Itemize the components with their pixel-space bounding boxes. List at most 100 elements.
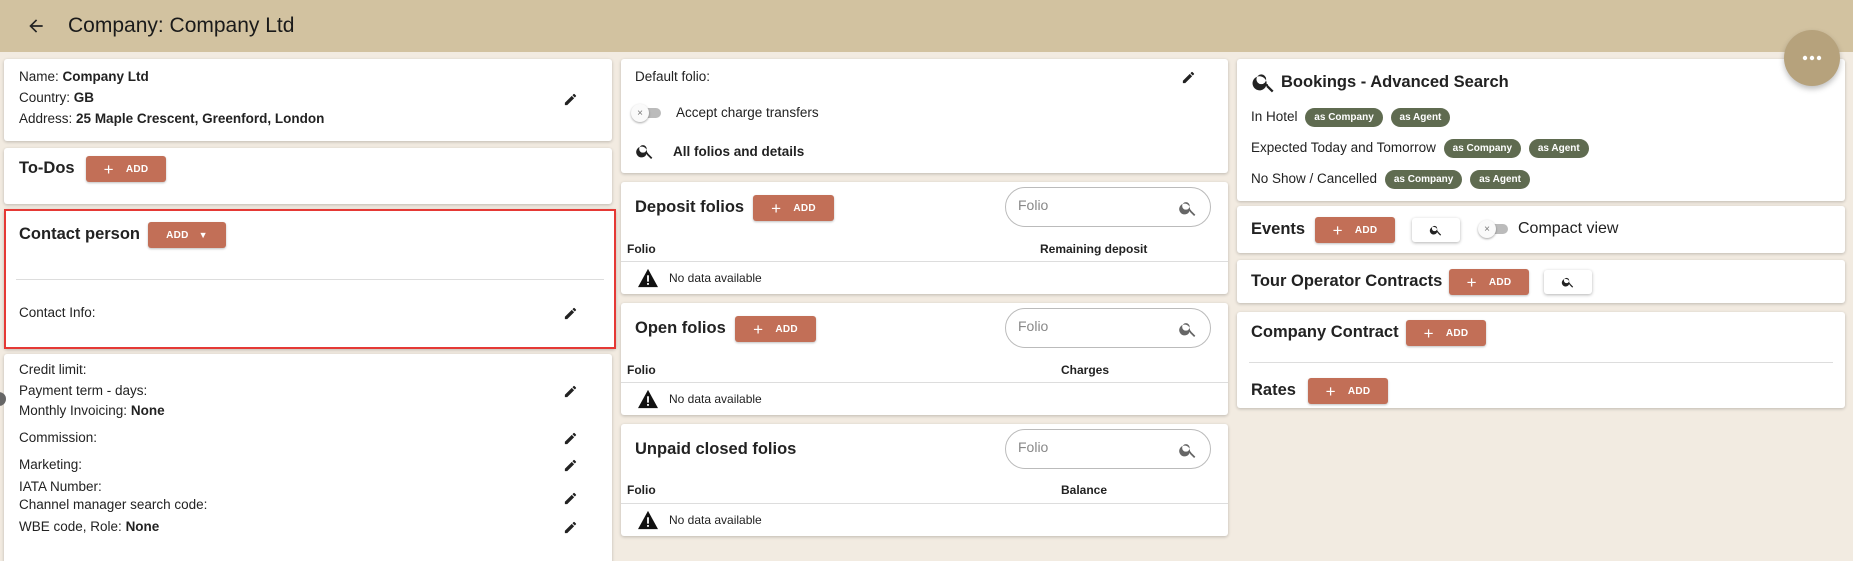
add-todo-button[interactable]: + ADD: [86, 156, 166, 182]
contact-person-card: Contact person ADD ▼ Contact Info:: [4, 209, 616, 349]
booking-row-label: Expected Today and Tomorrow: [1251, 140, 1436, 156]
company-name-label: Name:: [19, 69, 59, 84]
divider: [621, 382, 1228, 383]
edit-payment-button[interactable]: [560, 381, 580, 401]
plus-icon: +: [1325, 381, 1336, 401]
channel-manager-code: Channel manager search code:: [19, 497, 208, 512]
edit-default-folio-button[interactable]: [1178, 67, 1198, 87]
booking-row-label: No Show / Cancelled: [1251, 171, 1378, 187]
edit-wbe-button[interactable]: [560, 517, 580, 537]
pencil-icon: [1182, 71, 1194, 83]
compact-view-label: Compact view: [1518, 220, 1619, 237]
edit-marketing-button[interactable]: [560, 455, 580, 475]
add-contact-label: ADD: [166, 229, 189, 241]
unpaid-closed-folios-card: Unpaid closed folios Folio Balance No da…: [621, 424, 1228, 536]
search-icon: [1429, 225, 1442, 236]
more-actions-button[interactable]: [1784, 30, 1840, 86]
folio-settings-card: Default folio: × Accept charge transfers…: [621, 59, 1228, 173]
column-header-remaining-deposit: Remaining deposit: [1040, 242, 1148, 256]
as-agent-chip[interactable]: as Agent: [1528, 139, 1589, 158]
deposit-folios-card: Deposit folios + ADD Folio Remaining depo…: [621, 182, 1228, 294]
wbe-label: WBE code, Role:: [19, 519, 122, 534]
column-header-folio: Folio: [627, 242, 656, 256]
more-horizontal-icon: [1802, 55, 1822, 61]
unpaid-folio-search[interactable]: [1005, 429, 1211, 469]
company-contract-card: Company Contract + ADD Rates + ADD: [1237, 312, 1845, 408]
pencil-icon: [564, 432, 576, 444]
divider: [16, 279, 604, 280]
accept-charge-transfers-toggle[interactable]: ×: [631, 104, 663, 122]
country-value: GB: [73, 90, 95, 105]
page-title: Company: Company Ltd: [68, 14, 295, 37]
all-folios-link[interactable]: All folios and details: [635, 141, 804, 161]
add-open-folio-label: ADD: [775, 323, 798, 335]
company-address: Address: 25 Maple Crescent, Greenford, L…: [19, 111, 324, 126]
add-event-button[interactable]: + ADD: [1315, 217, 1395, 243]
events-card: Events + ADD × Compact view: [1237, 206, 1845, 253]
events-search-button[interactable]: [1412, 218, 1460, 242]
add-company-contract-button[interactable]: + ADD: [1406, 320, 1486, 346]
add-rate-button[interactable]: + ADD: [1308, 378, 1388, 404]
company-name: Name: Company Ltd: [19, 69, 149, 84]
rates-title: Rates: [1251, 381, 1296, 399]
company-info-card: Name: Company Ltd Country: GB Address: 2…: [4, 59, 612, 141]
iata-number: IATA Number:: [19, 479, 102, 494]
add-deposit-folio-button[interactable]: + ADD: [753, 195, 834, 221]
edit-contact-info-button[interactable]: [560, 303, 580, 323]
pencil-icon: [564, 521, 576, 533]
todos-card: To-Dos + ADD: [4, 148, 612, 204]
deposit-folios-title: Deposit folios: [635, 198, 745, 216]
no-data-text: No data available: [669, 513, 762, 527]
warning-triangle-icon: [638, 268, 658, 288]
plus-icon: +: [1332, 220, 1343, 240]
as-company-chip[interactable]: as Company: [1443, 139, 1522, 158]
pencil-icon: [564, 459, 576, 471]
deposit-folio-search[interactable]: [1005, 187, 1211, 227]
credit-limit: Credit limit:: [19, 362, 87, 377]
company-country: Country: GB: [19, 90, 94, 105]
search-icon[interactable]: [1178, 198, 1198, 218]
add-tour-contract-label: ADD: [1488, 276, 1512, 288]
marketing: Marketing:: [19, 457, 83, 472]
as-company-chip[interactable]: as Company: [1384, 170, 1463, 189]
wbe-code: WBE code, Role: None: [19, 519, 159, 534]
add-contact-dropdown-button[interactable]: ADD ▼: [148, 222, 226, 248]
events-title: Events: [1251, 220, 1306, 238]
edit-codes-button[interactable]: [560, 488, 580, 508]
edit-company-button[interactable]: [560, 89, 580, 109]
deposit-folio-search-input[interactable]: [1018, 197, 1168, 213]
as-agent-chip[interactable]: as Agent: [1470, 170, 1530, 189]
wbe-value: None: [125, 519, 160, 534]
divider: [621, 261, 1228, 262]
column-header-folio: Folio: [627, 483, 656, 497]
booking-row-in-hotel: In Hotel as Company as Agent: [1251, 108, 1451, 127]
as-company-chip[interactable]: as Company: [1305, 108, 1383, 127]
divider: [1249, 362, 1833, 363]
bookings-search-card: Bookings - Advanced Search In Hotel as C…: [1237, 59, 1845, 201]
open-folios-card: Open folios + ADD Folio Charges No data a…: [621, 303, 1228, 415]
no-data-row: No data available: [637, 510, 762, 530]
plus-icon: +: [753, 319, 764, 339]
as-agent-chip[interactable]: as Agent: [1390, 108, 1451, 127]
add-todo-label: ADD: [125, 163, 149, 175]
back-button[interactable]: [18, 8, 54, 44]
edit-commission-button[interactable]: [560, 428, 580, 448]
search-icon[interactable]: [1178, 319, 1198, 339]
address-label: Address:: [19, 111, 73, 126]
open-folio-search-input[interactable]: [1018, 318, 1168, 334]
add-company-contract-label: ADD: [1445, 327, 1469, 339]
plus-icon: +: [1466, 272, 1477, 292]
unpaid-folio-search-input[interactable]: [1018, 439, 1168, 455]
plus-icon: +: [1423, 323, 1434, 343]
add-tour-operator-contract-button[interactable]: + ADD: [1449, 269, 1529, 295]
tour-operator-search-button[interactable]: [1544, 270, 1592, 294]
add-open-folio-button[interactable]: + ADD: [735, 316, 816, 342]
column-header-folio: Folio: [627, 363, 656, 377]
compact-view-toggle[interactable]: ×: [1478, 220, 1510, 238]
search-icon[interactable]: [1178, 440, 1198, 460]
company-contract-title: Company Contract: [1251, 323, 1399, 341]
contact-info-label: Contact Info:: [19, 305, 96, 320]
pencil-icon: [564, 385, 576, 397]
open-folio-search[interactable]: [1005, 308, 1211, 348]
booking-row-no-show: No Show / Cancelled as Company as Agent: [1251, 170, 1530, 189]
